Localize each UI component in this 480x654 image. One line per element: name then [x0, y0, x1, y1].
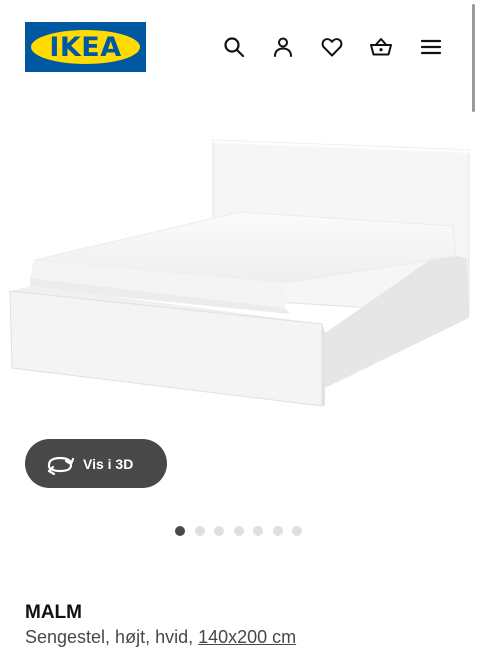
carousel-dot-7[interactable] [292, 526, 302, 536]
search-icon[interactable] [219, 32, 249, 62]
view-3d-label: Vis i 3D [83, 455, 134, 472]
product-description: Sengestel, højt, hvid, 140x200 cm [25, 627, 296, 648]
view-3d-button[interactable]: Vis i 3D [25, 439, 167, 488]
heart-icon[interactable] [317, 32, 347, 62]
account-icon[interactable] [268, 32, 298, 62]
header-icons [0, 32, 480, 62]
rotate-3d-icon [47, 456, 75, 475]
carousel-dot-3[interactable] [214, 526, 224, 536]
size-link[interactable]: 140x200 cm [198, 627, 296, 647]
scrollbar[interactable] [472, 4, 475, 112]
product-description-text: Sengestel, højt, hvid, [25, 627, 199, 647]
product-image-bed[interactable] [0, 128, 480, 448]
carousel-dot-2[interactable] [194, 526, 205, 536]
menu-icon[interactable] [416, 32, 446, 62]
carousel-dots [175, 526, 312, 538]
product-name: MALM [25, 602, 82, 623]
basket-icon[interactable] [366, 32, 396, 62]
site-header: IKEA [0, 0, 480, 100]
carousel-dot-5[interactable] [253, 526, 263, 536]
carousel-dot-4[interactable] [233, 526, 244, 536]
carousel-dot-1[interactable] [175, 526, 185, 536]
carousel-dot-6[interactable] [272, 526, 283, 536]
